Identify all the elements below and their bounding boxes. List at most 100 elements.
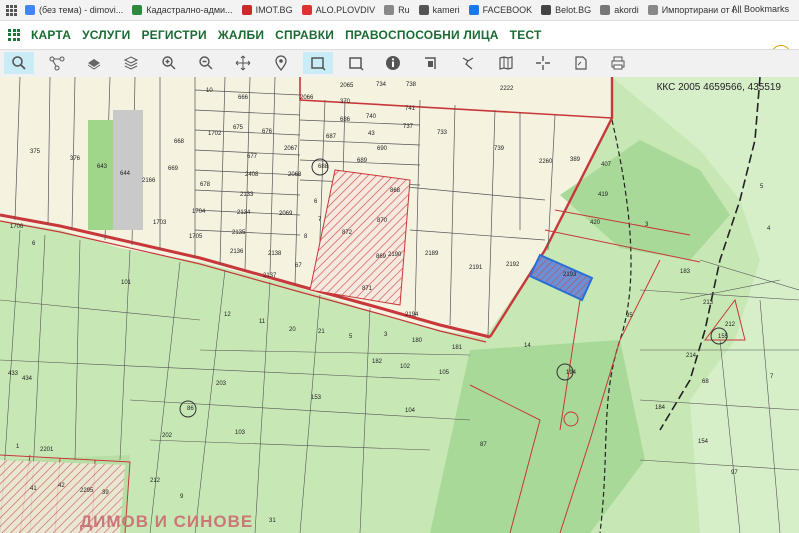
parcel-number-label: 739 xyxy=(494,146,505,152)
bookmark-label: Кадастрално-адми... xyxy=(146,5,233,15)
select-rectangle-tool-button[interactable] xyxy=(303,52,333,74)
menu-item-map[interactable]: КАРТА xyxy=(31,28,71,42)
map-canvas[interactable]: 375 376 643 644 2166 669 668 1702 678 1704 1703 170… xyxy=(0,77,799,533)
apps-icon[interactable] xyxy=(6,5,17,16)
parcel-number-label: 212 xyxy=(725,322,736,328)
bookmark-item[interactable]: Ru xyxy=(384,5,410,15)
parcel-number-label: 690 xyxy=(377,146,388,152)
info-icon xyxy=(386,56,400,70)
parcel-number-label: 2194 xyxy=(405,312,419,318)
menu-item-licensed-persons[interactable]: ПРАВОСПОСОБНИ ЛИЦА xyxy=(345,28,499,42)
parcel-number-label: 1704 xyxy=(192,209,206,215)
parcel-number-label: 678 xyxy=(200,182,211,188)
parcel-number-label: 687 xyxy=(326,134,337,140)
parcel-number-label: 643 xyxy=(97,164,108,170)
parcel-number-label: 686 xyxy=(340,117,351,123)
bookmark-item[interactable]: kameri xyxy=(418,5,460,15)
print-icon xyxy=(611,56,625,70)
edit-icon xyxy=(425,57,436,69)
parcel-number-label: 184 xyxy=(655,405,666,411)
parcel-number-label: 871 xyxy=(362,286,373,292)
parcel-number-label: 14 xyxy=(524,343,531,349)
bookmark-item[interactable]: Кадастрално-адми... xyxy=(132,5,233,15)
bookmark-favicon-icon xyxy=(241,5,252,15)
print-tool-button[interactable] xyxy=(603,52,633,74)
select-rectangle-icon xyxy=(311,57,326,71)
coordinates-readout: ККС 2005 4659566, 435519 xyxy=(656,82,781,93)
draw-icon xyxy=(462,57,474,70)
menu-item-test[interactable]: ТЕСТ xyxy=(510,28,542,42)
zoom-in-tool-button[interactable] xyxy=(154,52,184,74)
bookmark-label: Belot.BG xyxy=(555,5,592,15)
menu-item-complaints[interactable]: ЖАЛБИ xyxy=(218,28,264,42)
parcel-number-label: 21 xyxy=(318,329,325,335)
menu-item-services[interactable]: УСЛУГИ xyxy=(82,28,130,42)
parcel-number-label: 41 xyxy=(30,486,37,492)
map-book-tool-button[interactable] xyxy=(491,52,521,74)
search-icon xyxy=(12,56,26,70)
parcel-number-label: 738 xyxy=(406,82,417,88)
parcel-number-label: 155 xyxy=(718,334,729,340)
zoom-out-icon xyxy=(199,56,213,70)
parcel-number-label: 2295 xyxy=(80,488,94,494)
bookmark-item[interactable]: FACEBOOK xyxy=(468,5,533,15)
all-bookmarks-link[interactable]: All Bookmarks xyxy=(731,4,789,14)
parcel-number-label: 2069 xyxy=(279,211,293,217)
document-tool-button[interactable] xyxy=(566,52,596,74)
menu-grid-icon[interactable] xyxy=(8,28,20,41)
parcel-number-label: 181 xyxy=(452,345,463,351)
bookmark-item[interactable]: Импортирани от I... xyxy=(647,5,743,15)
parcel-number-label: 43 xyxy=(368,131,375,137)
parcel-number-label: 2192 xyxy=(506,262,520,268)
parcel-number-label: 868 xyxy=(390,188,401,194)
parcel-number-label: 2193 xyxy=(563,272,577,278)
bookmark-item[interactable]: Belot.BG xyxy=(541,5,591,15)
bookmark-item[interactable]: ALO.PLOVDIV xyxy=(301,5,375,15)
cross-tool-button[interactable] xyxy=(528,52,558,74)
edit-tool-button[interactable] xyxy=(416,52,446,74)
parcel-number-label: 370 xyxy=(340,99,351,105)
bookmark-item[interactable]: IMOT.BG xyxy=(241,5,293,15)
cadastral-map[interactable]: 375 376 643 644 2166 669 668 1702 678 1704 1703 170… xyxy=(0,77,799,533)
bookmark-label: Импортирани от I... xyxy=(661,5,743,15)
marker-tool-button[interactable] xyxy=(266,52,296,74)
frame-tool-button[interactable] xyxy=(341,52,371,74)
parcel-number-label: 870 xyxy=(377,218,388,224)
parcel-number-label: 734 xyxy=(376,82,387,88)
pan-tool-button[interactable] xyxy=(228,52,258,74)
draw-tool-button[interactable] xyxy=(453,52,483,74)
parcel-number-label: 2189 xyxy=(425,251,439,257)
parcel-number-label: 203 xyxy=(216,381,227,387)
layers-3d-tool-button[interactable] xyxy=(79,52,109,74)
parcel-number-label: 67 xyxy=(295,263,302,269)
parcel-number-label: 102 xyxy=(400,364,411,370)
parcel-number-label: 669 xyxy=(168,166,179,172)
search-tool-button[interactable] xyxy=(4,52,34,74)
bookmark-item[interactable]: akordi xyxy=(600,5,639,15)
menu-item-registers[interactable]: РЕГИСТРИ xyxy=(141,28,206,42)
parcel-number-label: 101 xyxy=(121,280,132,286)
zoom-in-icon xyxy=(162,56,176,70)
measure-tool-button[interactable] xyxy=(42,52,72,74)
parcel-number-label: 2260 xyxy=(539,159,553,165)
parcel-number-label: 11 xyxy=(259,319,266,325)
parcel-number-label: 2134 xyxy=(237,210,251,216)
parcel-number-label: 2138 xyxy=(268,251,282,257)
parcel-number-label: 2133 xyxy=(240,192,254,198)
parcel-number-label: 42 xyxy=(58,483,65,489)
parcel-number-label: 869 xyxy=(376,254,387,260)
menu-item-references[interactable]: СПРАВКИ xyxy=(275,28,334,42)
parcel-number-label: 688 xyxy=(318,164,329,170)
frame-icon xyxy=(349,57,364,71)
main-menu: КАРТА УСЛУГИ РЕГИСТРИ ЖАЛБИ СПРАВКИ ПРАВ… xyxy=(0,21,799,65)
info-tool-button[interactable] xyxy=(378,52,408,74)
layers-tool-button[interactable] xyxy=(116,52,146,74)
parcel-number-label: 213 xyxy=(703,300,714,306)
parcel-number-label: 104 xyxy=(405,408,416,414)
zoom-out-tool-button[interactable] xyxy=(191,52,221,74)
parcel-number-label: 741 xyxy=(405,106,416,112)
parcel-number-label: 434 xyxy=(22,376,33,382)
bookmark-label: FACEBOOK xyxy=(482,5,533,15)
parcel-number-label: 2066 xyxy=(300,95,314,101)
bookmark-item[interactable]: (без тема) - dimovi... xyxy=(25,5,123,15)
